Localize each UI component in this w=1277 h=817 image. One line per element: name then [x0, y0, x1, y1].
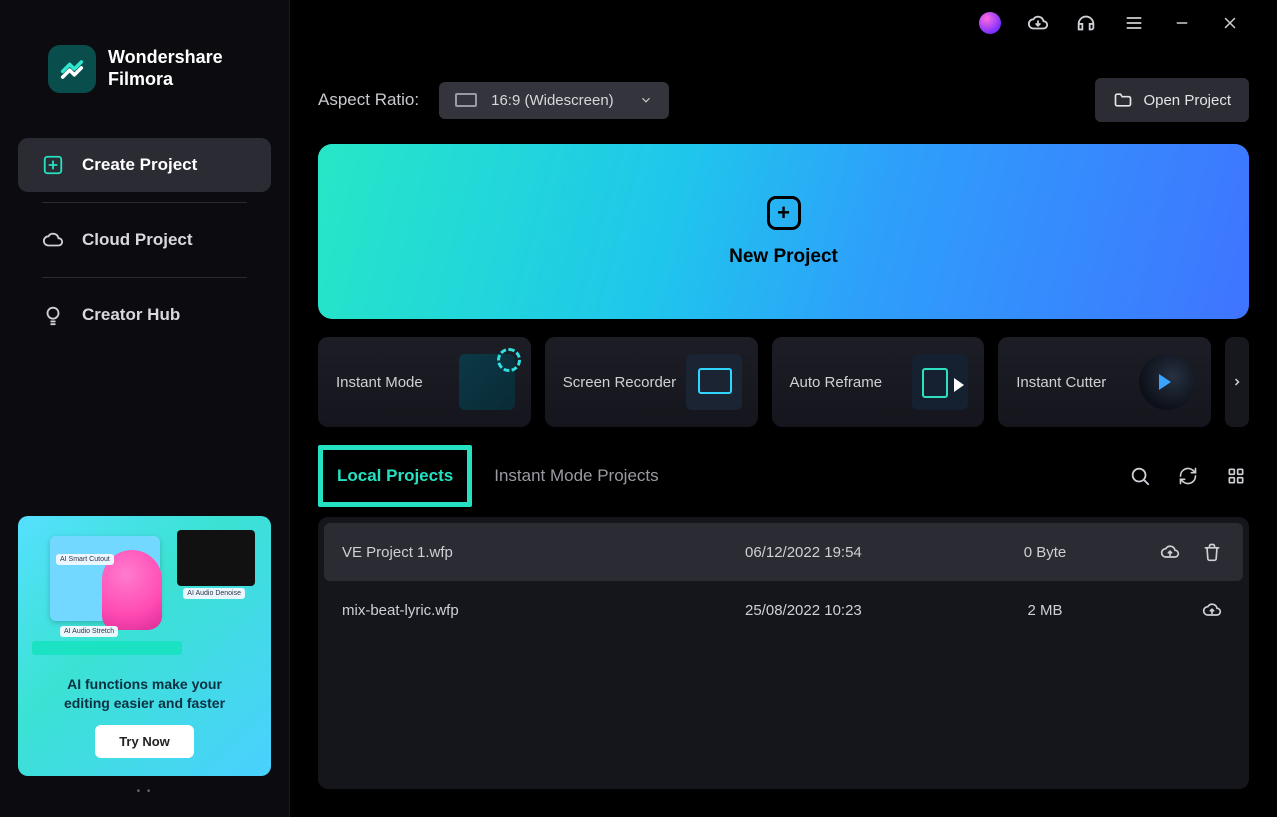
mode-card-instant-cutter[interactable]: Instant Cutter — [998, 337, 1211, 427]
search-icon[interactable] — [1127, 463, 1153, 489]
menu-icon[interactable] — [1121, 10, 1147, 36]
aspect-ratio-icon — [455, 93, 477, 107]
cloud-download-icon[interactable] — [1025, 10, 1051, 36]
tab-local-projects[interactable]: Local Projects — [318, 445, 472, 507]
project-row[interactable]: mix-beat-lyric.wfp 25/08/2022 10:23 2 MB — [324, 581, 1243, 639]
folder-icon — [1113, 90, 1133, 110]
open-project-label: Open Project — [1143, 92, 1231, 109]
profile-icon[interactable] — [977, 10, 1003, 36]
headset-icon[interactable] — [1073, 10, 1099, 36]
divider — [42, 277, 247, 278]
project-row[interactable]: VE Project 1.wfp 06/12/2022 19:54 0 Byte — [324, 523, 1243, 581]
project-tabs-actions — [1127, 463, 1249, 489]
brand-line2: Filmora — [108, 69, 223, 91]
open-project-button[interactable]: Open Project — [1095, 78, 1249, 122]
divider — [42, 202, 247, 203]
promo-text: AI functions make your editing easier an… — [64, 675, 225, 713]
screen-recorder-icon — [686, 354, 742, 410]
sidebar: Wondershare Filmora Create Project Cloud… — [0, 0, 290, 817]
aspect-ratio-group: Aspect Ratio: 16:9 (Widescreen) — [318, 82, 669, 119]
mode-card-label: Instant Cutter — [1016, 374, 1106, 391]
window-close-icon[interactable] — [1217, 10, 1243, 36]
scroll-right-button[interactable] — [1225, 337, 1249, 427]
aspect-ratio-value: 16:9 (Widescreen) — [491, 92, 614, 109]
project-row-actions — [1125, 597, 1225, 623]
sidebar-nav: Create Project Cloud Project Creator Hub — [18, 138, 271, 342]
new-project-hero[interactable]: + New Project — [318, 144, 1249, 319]
refresh-icon[interactable] — [1175, 463, 1201, 489]
promo-card[interactable]: AI Smart Cutout AI Audio Denoise AI Audi… — [18, 516, 271, 776]
promo-cta-button[interactable]: Try Now — [95, 725, 194, 758]
plus-icon: + — [767, 196, 801, 230]
project-name: VE Project 1.wfp — [342, 544, 745, 561]
app-logo: Wondershare Filmora — [48, 45, 271, 93]
project-row-actions — [1125, 539, 1225, 565]
bulb-icon — [42, 304, 64, 326]
carousel-dots[interactable]: • • — [18, 786, 271, 797]
sidebar-item-cloud-project[interactable]: Cloud Project — [18, 213, 271, 267]
mode-card-auto-reframe[interactable]: Auto Reframe — [772, 337, 985, 427]
cloud-upload-icon[interactable] — [1199, 597, 1225, 623]
sidebar-item-create-project[interactable]: Create Project — [18, 138, 271, 192]
brand-line1: Wondershare — [108, 47, 223, 69]
toolbar: Aspect Ratio: 16:9 (Widescreen) Open Pro… — [318, 78, 1249, 122]
instant-mode-icon — [459, 354, 515, 410]
project-date: 06/12/2022 19:54 — [745, 544, 965, 561]
plus-square-icon — [42, 154, 64, 176]
logo-text: Wondershare Filmora — [108, 47, 223, 90]
grid-view-icon[interactable] — [1223, 463, 1249, 489]
promo-text-line: AI functions make your — [64, 675, 225, 694]
mode-card-screen-recorder[interactable]: Screen Recorder — [545, 337, 758, 427]
promo-badge: AI Audio Denoise — [183, 588, 245, 599]
sidebar-item-label: Create Project — [82, 155, 197, 175]
project-list: VE Project 1.wfp 06/12/2022 19:54 0 Byte… — [318, 517, 1249, 789]
trash-icon[interactable] — [1199, 539, 1225, 565]
mode-card-instant-mode[interactable]: Instant Mode — [318, 337, 531, 427]
cloud-upload-icon[interactable] — [1157, 539, 1183, 565]
promo-badge: AI Smart Cutout — [56, 554, 114, 565]
window-minimize-icon[interactable] — [1169, 10, 1195, 36]
project-name: mix-beat-lyric.wfp — [342, 602, 745, 619]
auto-reframe-icon — [912, 354, 968, 410]
project-date: 25/08/2022 10:23 — [745, 602, 965, 619]
promo-badge: AI Audio Stretch — [60, 626, 118, 637]
cloud-icon — [42, 229, 64, 251]
sidebar-item-label: Cloud Project — [82, 230, 193, 250]
sidebar-item-creator-hub[interactable]: Creator Hub — [18, 288, 271, 342]
tab-instant-mode-projects[interactable]: Instant Mode Projects — [480, 454, 672, 498]
window-titlebar — [318, 0, 1249, 46]
project-size: 0 Byte — [965, 544, 1125, 561]
mode-card-label: Screen Recorder — [563, 374, 676, 391]
promo-illustration: AI Smart Cutout AI Audio Denoise AI Audi… — [32, 530, 257, 665]
chevron-down-icon — [639, 93, 653, 107]
promo-text-line: editing easier and faster — [64, 694, 225, 713]
mode-card-label: Auto Reframe — [790, 374, 883, 391]
aspect-ratio-select[interactable]: 16:9 (Widescreen) — [439, 82, 669, 119]
project-tabs: Local Projects Instant Mode Projects — [318, 445, 1249, 507]
aspect-ratio-label: Aspect Ratio: — [318, 90, 419, 110]
project-size: 2 MB — [965, 602, 1125, 619]
new-project-label: New Project — [729, 246, 838, 268]
sidebar-item-label: Creator Hub — [82, 305, 180, 325]
main-panel: Aspect Ratio: 16:9 (Widescreen) Open Pro… — [290, 0, 1277, 817]
instant-cutter-icon — [1139, 354, 1195, 410]
mode-card-label: Instant Mode — [336, 374, 423, 391]
logo-mark-icon — [48, 45, 96, 93]
mode-cards-row: Instant Mode Screen Recorder Auto Refram… — [318, 337, 1249, 427]
